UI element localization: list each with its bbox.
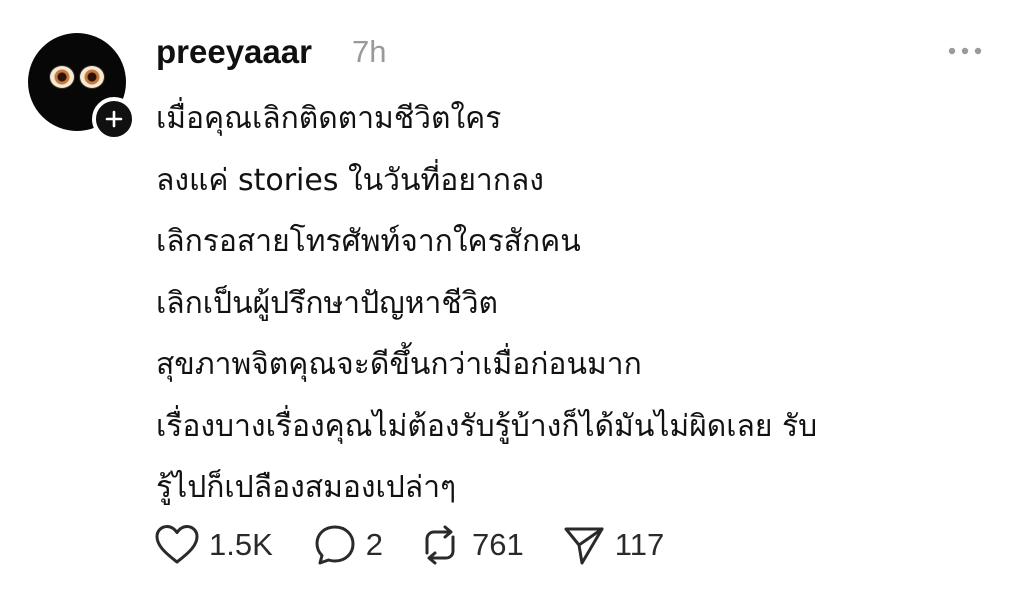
post-line: เมื่อคุณเลิกติดตามชีวิตใคร bbox=[156, 101, 502, 136]
post-line: รู้ไปก็เปลืองสมองเปล่าๆ bbox=[156, 470, 457, 505]
post-line: เลิกเป็นผู้ปรึกษาปัญหาชีวิต bbox=[156, 285, 499, 321]
reply-count: 2 bbox=[365, 527, 384, 562]
avatar-eye-right bbox=[80, 66, 104, 88]
repost-icon bbox=[425, 525, 455, 565]
action-bar: 1.5K 2 761 117 bbox=[154, 520, 694, 570]
share-button[interactable]: 117 bbox=[562, 520, 664, 570]
follow-button[interactable] bbox=[92, 97, 136, 141]
avatar-eye-left bbox=[50, 66, 74, 88]
send-icon bbox=[564, 527, 604, 565]
repost-button[interactable]: 761 bbox=[417, 520, 524, 570]
username[interactable]: preeyaaar bbox=[156, 30, 312, 74]
like-count: 1.5K bbox=[209, 527, 273, 562]
post-text: เมื่อคุณเลิกติดตามชีวิตใคร ลงแค่ stories… bbox=[156, 88, 996, 519]
heart-icon bbox=[155, 525, 199, 564]
reply-button[interactable]: 2 bbox=[313, 520, 383, 570]
more-dots-icon bbox=[948, 47, 982, 55]
post-line: สุขภาพจิตคุณจะดีขึ้นกว่าเมื่อก่อนมาก bbox=[156, 347, 642, 382]
comment-bubble-icon bbox=[315, 525, 355, 565]
share-count: 117 bbox=[614, 527, 665, 562]
post-line: ลงแค่ stories ในวันที่อยากลง bbox=[156, 162, 544, 198]
post-line: เรื่องบางเรื่องคุณไม่ต้องรับรู้บ้างก็ได้… bbox=[156, 408, 818, 444]
timestamp: 7h bbox=[352, 34, 387, 69]
plus-icon bbox=[105, 110, 123, 128]
avatar-container bbox=[28, 33, 136, 141]
thread-post: preeyaaar 7h เมื่อคุณเลิกติดตามชีวิตใคร … bbox=[0, 0, 1024, 595]
repost-count: 761 bbox=[472, 527, 524, 562]
like-button[interactable]: 1.5K bbox=[154, 520, 273, 570]
more-options-button[interactable] bbox=[940, 34, 990, 68]
post-line: เลิกรอสายโทรศัพท์จากใครสักคน bbox=[156, 224, 581, 259]
